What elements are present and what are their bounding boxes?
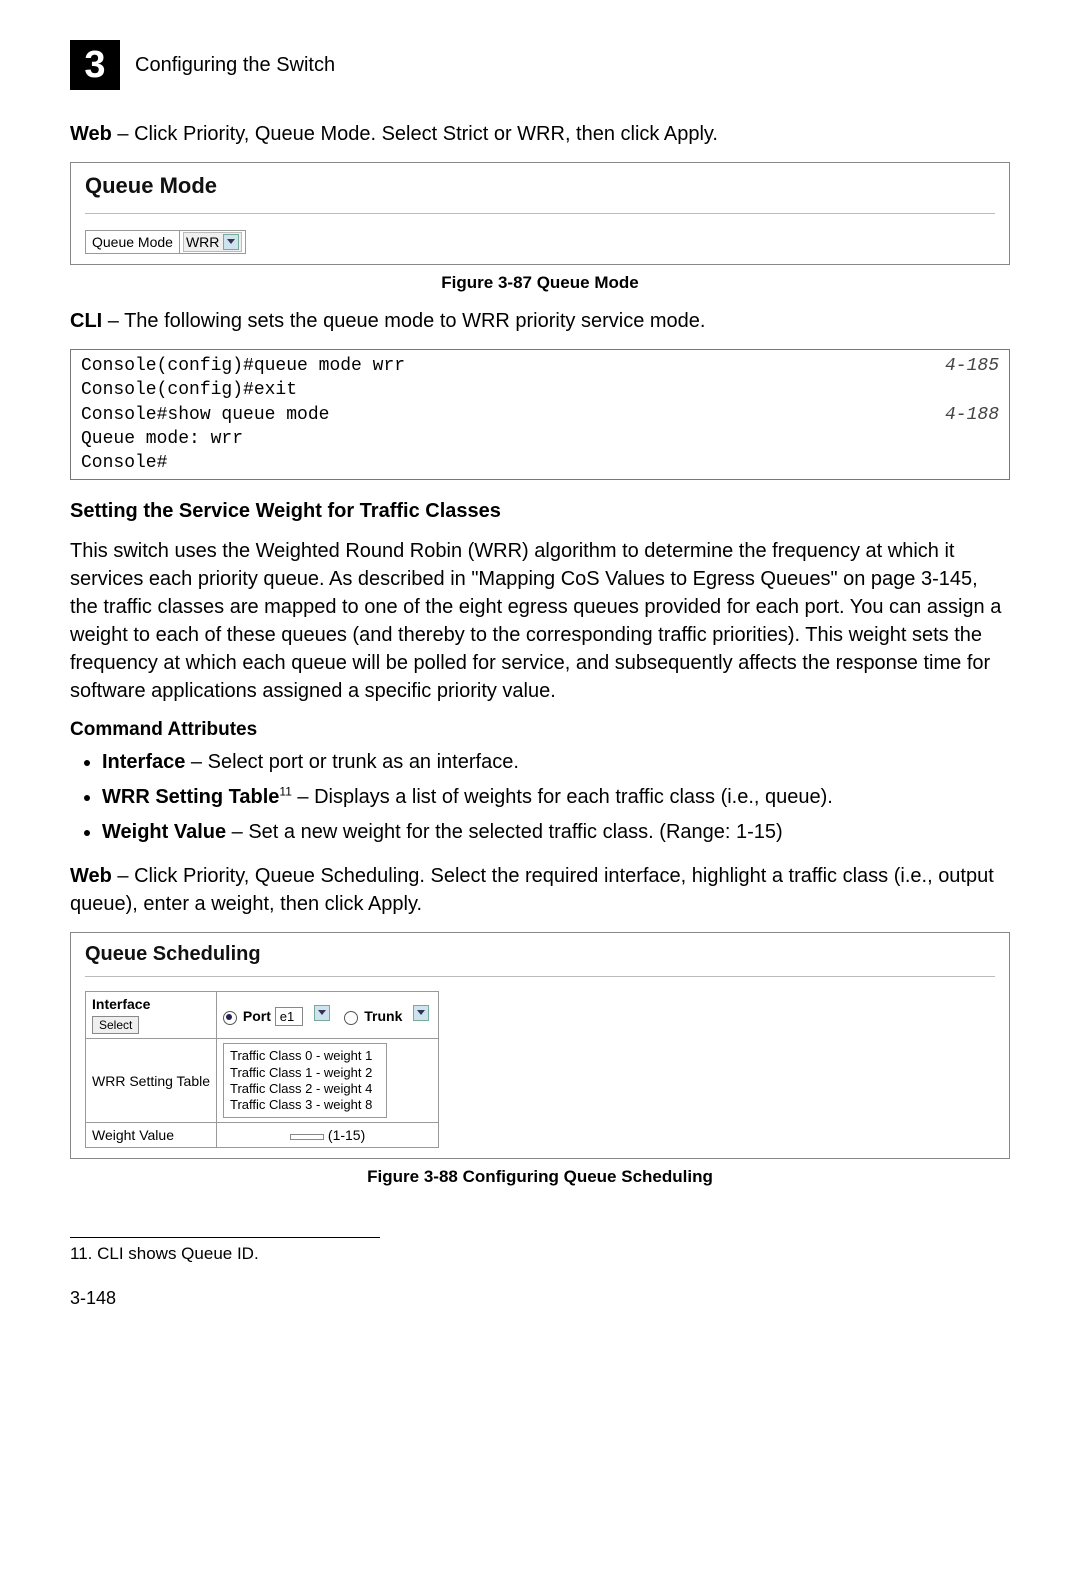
code-text: Console(config)#exit bbox=[81, 378, 297, 402]
queue-scheduling-panel: Queue Scheduling Interface Select Port e… bbox=[70, 932, 1010, 1159]
queue-scheduling-table: Interface Select Port e1 Trunk bbox=[85, 991, 439, 1148]
port-select[interactable]: e1 bbox=[275, 1007, 303, 1026]
queue-mode-select-value: WRR bbox=[186, 234, 219, 250]
code-row: Console(config)#queue mode wrr 4-185 bbox=[81, 354, 999, 378]
trunk-label: Trunk bbox=[364, 1008, 402, 1024]
attr-sup: 11 bbox=[279, 785, 291, 799]
table-row: Weight Value (1-15) bbox=[86, 1123, 439, 1148]
table-row: WRR Setting Table Traffic Class 0 - weig… bbox=[86, 1039, 439, 1123]
weight-hint: (1-15) bbox=[328, 1127, 365, 1143]
code-ref: 4-188 bbox=[945, 403, 999, 427]
port-value: e1 bbox=[280, 1009, 294, 1024]
radio-port[interactable] bbox=[223, 1011, 237, 1025]
list-item[interactable]: Traffic Class 3 - weight 8 bbox=[230, 1097, 380, 1113]
queue-mode-label: Queue Mode bbox=[86, 231, 180, 253]
trunk-dropdown[interactable] bbox=[409, 1005, 429, 1021]
page-header: 3 Configuring the Switch bbox=[70, 40, 1010, 90]
code-row: Console(config)#exit bbox=[81, 378, 999, 402]
footnote-rule bbox=[70, 1237, 380, 1238]
chapter-number-badge: 3 bbox=[70, 40, 120, 90]
interface-label: Interface bbox=[92, 996, 150, 1012]
queue-mode-row: Queue Mode WRR bbox=[85, 230, 246, 254]
select-button[interactable]: Select bbox=[92, 1016, 139, 1034]
figure-87-caption: Figure 3-87 Queue Mode bbox=[70, 273, 1010, 293]
port-dropdown[interactable] bbox=[310, 1005, 330, 1021]
wrr-setting-listbox[interactable]: Traffic Class 0 - weight 1 Traffic Class… bbox=[223, 1043, 387, 1118]
weight-label-cell: Weight Value bbox=[86, 1123, 217, 1148]
weight-value-input[interactable] bbox=[290, 1134, 324, 1140]
table-row: Interface Select Port e1 Trunk bbox=[86, 992, 439, 1039]
list-item[interactable]: Traffic Class 1 - weight 2 bbox=[230, 1065, 380, 1081]
attr-name: WRR Setting Table bbox=[102, 786, 279, 808]
queue-mode-select[interactable]: WRR bbox=[183, 232, 242, 252]
queue-mode-panel-title: Queue Mode bbox=[85, 173, 995, 214]
attr-desc: – Set a new weight for the selected traf… bbox=[226, 821, 783, 843]
attr-name: Weight Value bbox=[102, 821, 226, 843]
cli-bold: CLI bbox=[70, 310, 102, 332]
attr-name: Interface bbox=[102, 751, 185, 773]
list-item[interactable]: Traffic Class 2 - weight 4 bbox=[230, 1081, 380, 1097]
queue-scheduling-title: Queue Scheduling bbox=[85, 943, 995, 977]
footnote: 11. CLI shows Queue ID. bbox=[70, 1244, 1010, 1264]
page-number: 3-148 bbox=[70, 1288, 1010, 1309]
code-text: Queue mode: wrr bbox=[81, 427, 243, 451]
attr-desc: – Select port or trunk as an interface. bbox=[185, 751, 519, 773]
section-heading-service-weight: Setting the Service Weight for Traffic C… bbox=[70, 500, 1010, 523]
port-label: Port bbox=[243, 1008, 271, 1024]
wrr-label-cell: WRR Setting Table bbox=[86, 1039, 217, 1123]
list-item: Weight Value – Set a new weight for the … bbox=[102, 817, 1010, 848]
command-attributes-list: Interface – Select port or trunk as an i… bbox=[70, 747, 1010, 848]
list-item[interactable]: Traffic Class 0 - weight 1 bbox=[230, 1048, 380, 1064]
cli-instruction: CLI – The following sets the queue mode … bbox=[70, 307, 1010, 335]
code-text: Console#show queue mode bbox=[81, 403, 329, 427]
web-instruction-1: Web – Click Priority, Queue Mode. Select… bbox=[70, 120, 1010, 148]
code-text: Console(config)#queue mode wrr bbox=[81, 354, 405, 378]
list-item: Interface – Select port or trunk as an i… bbox=[102, 747, 1010, 778]
radio-trunk[interactable] bbox=[344, 1011, 358, 1025]
list-item: WRR Setting Table11 – Displays a list of… bbox=[102, 782, 1010, 813]
web-rest: – Click Priority, Queue Mode. Select Str… bbox=[112, 123, 718, 145]
code-text: Console# bbox=[81, 451, 167, 475]
web-instruction-2: Web – Click Priority, Queue Scheduling. … bbox=[70, 862, 1010, 918]
web2-rest: – Click Priority, Queue Scheduling. Sele… bbox=[70, 865, 994, 915]
code-ref: 4-185 bbox=[945, 354, 999, 378]
section-paragraph: This switch uses the Weighted Round Robi… bbox=[70, 537, 1010, 705]
chevron-down-icon[interactable] bbox=[223, 234, 239, 250]
cli-code-block: Console(config)#queue mode wrr 4-185 Con… bbox=[70, 349, 1010, 480]
chevron-down-icon[interactable] bbox=[314, 1005, 330, 1021]
chapter-title: Configuring the Switch bbox=[135, 54, 335, 77]
web-bold: Web bbox=[70, 123, 112, 145]
figure-88-caption: Figure 3-88 Configuring Queue Scheduling bbox=[70, 1167, 1010, 1187]
cli-rest: – The following sets the queue mode to W… bbox=[102, 310, 705, 332]
web2-bold: Web bbox=[70, 865, 112, 887]
code-row: Console#show queue mode 4-188 bbox=[81, 403, 999, 427]
code-row: Queue mode: wrr bbox=[81, 427, 999, 451]
command-attributes-heading: Command Attributes bbox=[70, 719, 1010, 741]
attr-desc: – Displays a list of weights for each tr… bbox=[292, 786, 833, 808]
code-row: Console# bbox=[81, 451, 999, 475]
chevron-down-icon[interactable] bbox=[413, 1005, 429, 1021]
queue-mode-panel: Queue Mode Queue Mode WRR bbox=[70, 162, 1010, 265]
